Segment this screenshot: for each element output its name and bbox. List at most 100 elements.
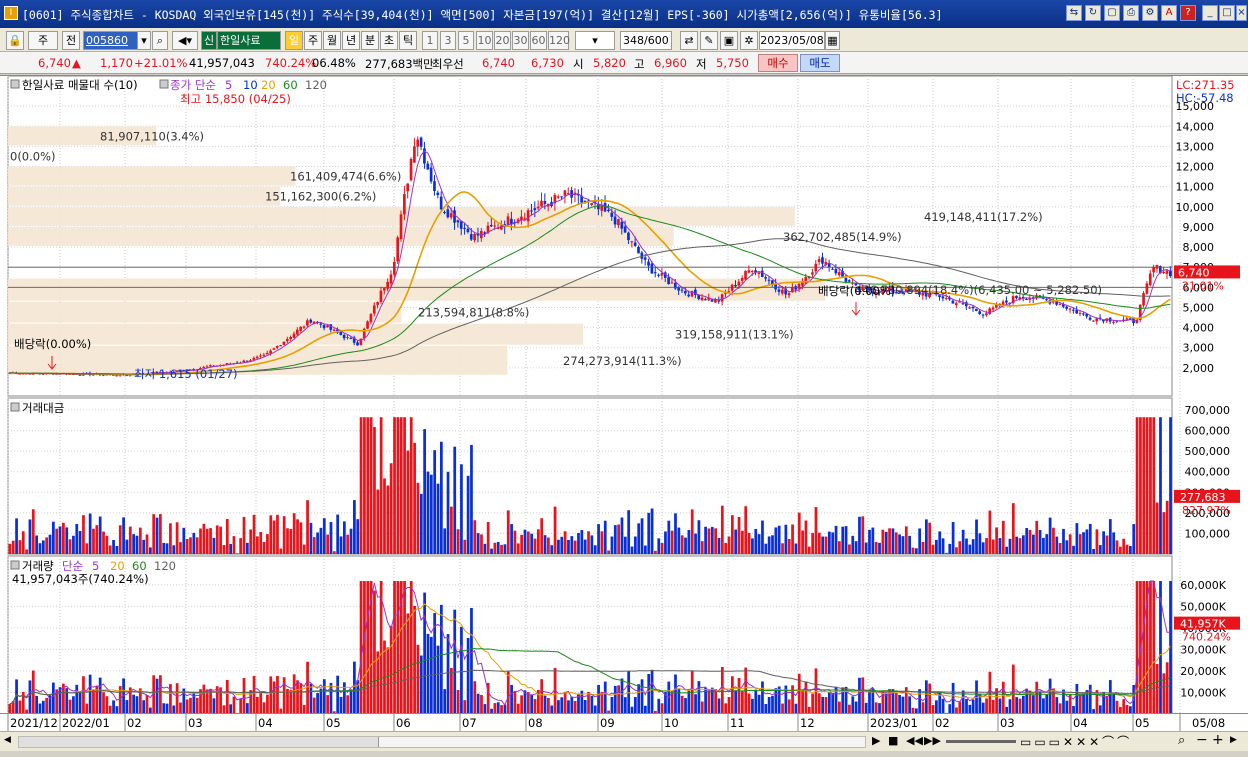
- save-icon[interactable]: ▣: [720, 31, 738, 50]
- interval-button-30[interactable]: 30: [512, 31, 529, 50]
- volume-bar: [560, 697, 564, 714]
- dropdown-arrow-icon[interactable]: ▾: [137, 31, 151, 50]
- volume-bar: [339, 696, 343, 714]
- value-bar: [453, 446, 457, 554]
- scroll-left-arrow[interactable]: ◀: [4, 735, 16, 749]
- interval-button-60[interactable]: 60: [530, 31, 547, 50]
- zoom-slider[interactable]: [946, 740, 1016, 743]
- stop-icon[interactable]: ■: [888, 734, 898, 747]
- period-tab-0[interactable]: 일: [285, 31, 303, 50]
- value-bar: [650, 508, 654, 554]
- interval-button-3[interactable]: 3: [440, 31, 456, 50]
- scroll-thumb[interactable]: [19, 737, 379, 747]
- value-bar: [864, 542, 868, 554]
- chart-area[interactable]: 15,000 14,000 13,000 12,000 11,000 10,000 9,00…: [0, 75, 1248, 715]
- period-tab-4[interactable]: 분: [361, 31, 379, 50]
- maximize-button[interactable]: □: [1219, 5, 1235, 21]
- period-tab-3[interactable]: 년: [342, 31, 360, 50]
- volume-bar: [714, 689, 718, 714]
- candle-body: [647, 261, 650, 266]
- refresh-icon[interactable]: ↻: [1085, 5, 1101, 21]
- turnover-percent: 06.48%: [312, 56, 356, 70]
- chart-canvas[interactable]: 15,00014,00013,00012,00011,00010,0009,00…: [0, 75, 1248, 715]
- scroll-track[interactable]: [18, 736, 866, 748]
- volume-bar: [530, 694, 534, 714]
- speaker-icon[interactable]: ◀▾: [172, 31, 198, 50]
- value-bar: [844, 526, 848, 554]
- price-tick-4: 11,000: [1176, 181, 1215, 194]
- period-tab-5[interactable]: 초: [380, 31, 398, 50]
- forward-icon[interactable]: ▶▶: [924, 734, 941, 747]
- lock-icon[interactable]: 🔒: [6, 31, 24, 50]
- value-bar: [179, 542, 182, 554]
- scroll-right-arrow[interactable]: ▶: [1230, 735, 1237, 745]
- volume-bar: [1065, 700, 1069, 714]
- chart-type-icons[interactable]: ▭▭▭✕✕✕⌒⌒: [1020, 733, 1132, 750]
- volume-bar: [312, 697, 316, 714]
- volume-bar: [396, 581, 400, 714]
- zoom-out-icon[interactable]: ⌕: [1178, 733, 1185, 748]
- volume-bar: [1102, 691, 1106, 714]
- stock-code-input[interactable]: 005860: [83, 31, 138, 50]
- value-bar: [189, 537, 192, 554]
- market-select[interactable]: 주: [28, 31, 58, 50]
- rewind-icon[interactable]: ◀◀: [906, 734, 923, 747]
- stock-name[interactable]: 한일사료: [217, 31, 281, 50]
- value-bar: [175, 522, 179, 554]
- font-icon[interactable]: A: [1161, 5, 1177, 21]
- minimize-button[interactable]: _: [1202, 5, 1218, 21]
- interval-button-10[interactable]: 10: [476, 31, 493, 50]
- candle-body: [510, 218, 513, 224]
- value-bar: [821, 536, 825, 554]
- interval-custom-input[interactable]: ▾: [575, 31, 615, 50]
- count-input[interactable]: 348/600: [620, 31, 672, 50]
- sell-button[interactable]: 매도: [800, 54, 840, 72]
- value-bar: [342, 521, 346, 554]
- volume-bar: [1045, 694, 1049, 714]
- period-tab-2[interactable]: 월: [323, 31, 341, 50]
- value-bar: [383, 478, 386, 554]
- candle-body: [1088, 317, 1092, 320]
- x-tick-label-2: 02: [127, 716, 142, 730]
- volume-bar: [322, 679, 326, 714]
- period-tab-1[interactable]: 주: [304, 31, 322, 50]
- minus-icon[interactable]: −: [1196, 732, 1208, 748]
- prev-button[interactable]: 전: [62, 31, 80, 50]
- value-bar: [219, 526, 222, 554]
- play-icon[interactable]: ▶: [872, 734, 880, 747]
- settings-icon[interactable]: ⚙: [1142, 5, 1158, 21]
- value-bar: [1075, 523, 1079, 554]
- value-bar: [249, 529, 253, 554]
- interval-button-20[interactable]: 20: [494, 31, 511, 50]
- interval-button-1[interactable]: 1: [422, 31, 438, 50]
- scroll-bar[interactable]: ◀ ▶ ■ ◀◀ ▶▶ ▭▭▭✕✕✕⌒⌒ ⌕ − + ▶: [0, 731, 1248, 751]
- link-icon[interactable]: ⇆: [1066, 5, 1082, 21]
- candle-body: [610, 212, 614, 217]
- date-input[interactable]: 2023/05/08: [759, 31, 825, 50]
- value-bar: [995, 527, 998, 554]
- candle-body: [489, 224, 493, 227]
- search-icon[interactable]: ⌕: [152, 31, 168, 50]
- print-icon[interactable]: ⎙: [1123, 5, 1139, 21]
- value-bar: [654, 550, 657, 554]
- value-bar: [741, 530, 744, 554]
- period-tab-6[interactable]: 틱: [399, 31, 417, 50]
- config-icon[interactable]: ✲: [740, 31, 758, 50]
- interval-button-120[interactable]: 120: [548, 31, 570, 50]
- volume-bar: [590, 695, 594, 714]
- value-bar: [225, 519, 229, 554]
- help-icon[interactable]: ?: [1180, 5, 1196, 21]
- candle-body: [1145, 283, 1149, 294]
- volume: 41,957,043: [189, 56, 255, 70]
- close-button[interactable]: ×: [1236, 5, 1247, 21]
- draw-tool-icon[interactable]: ✎: [700, 31, 718, 50]
- volume-bar: [456, 689, 460, 714]
- value-bar: [349, 528, 353, 554]
- window-icon[interactable]: ▢: [1104, 5, 1120, 21]
- calendar-icon[interactable]: ▦: [825, 31, 840, 50]
- buy-button[interactable]: 매수: [758, 54, 798, 72]
- chart-tool-icon[interactable]: ⇄: [680, 31, 698, 50]
- value-bar: [1159, 417, 1162, 554]
- interval-button-5[interactable]: 5: [458, 31, 474, 50]
- plus-icon[interactable]: +: [1212, 732, 1224, 748]
